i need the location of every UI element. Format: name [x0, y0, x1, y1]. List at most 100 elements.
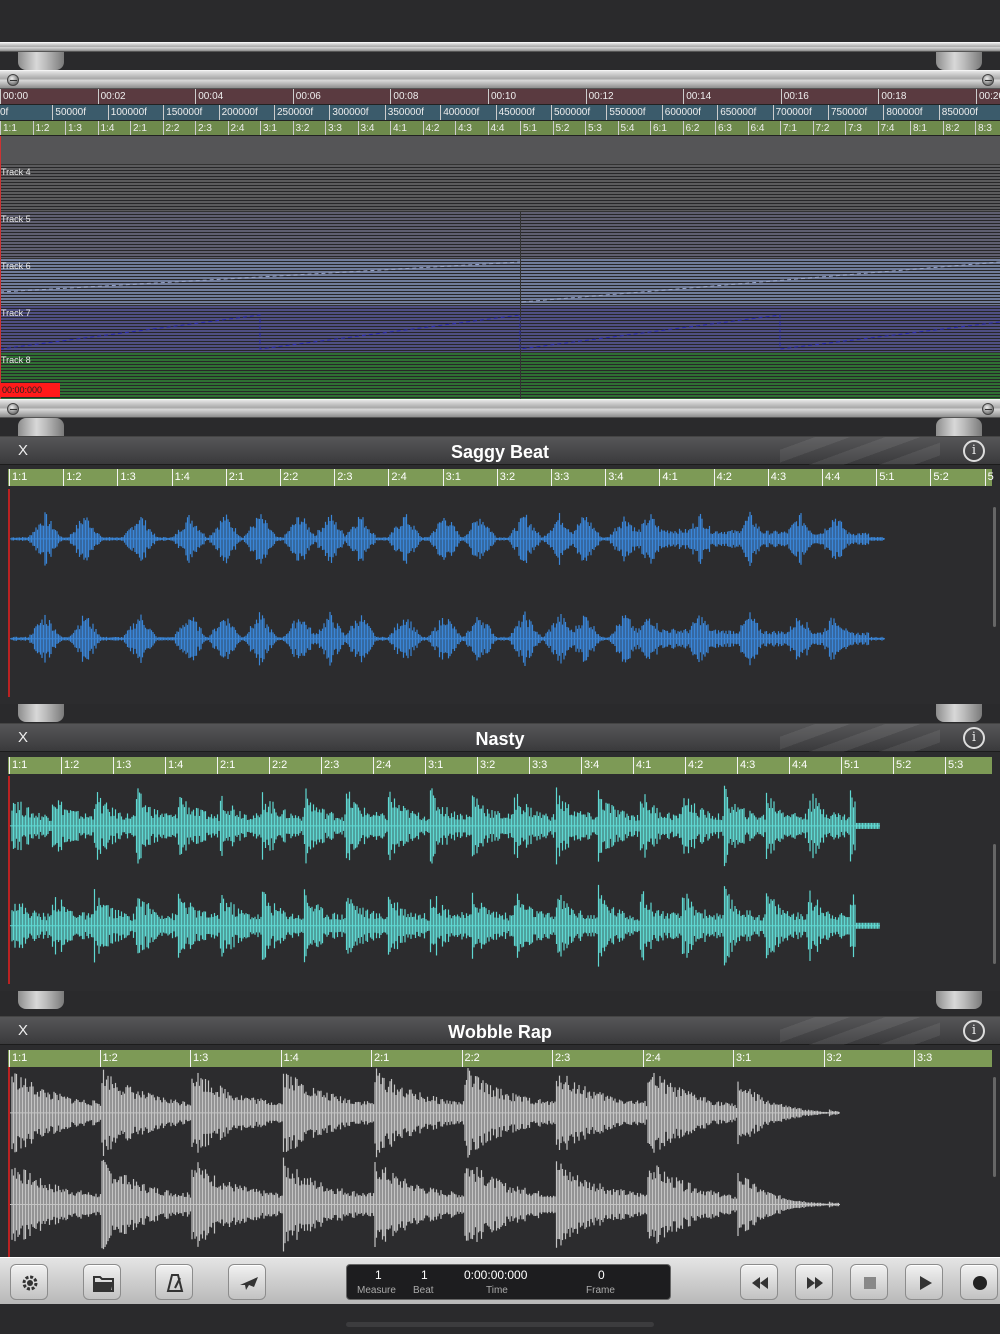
ruler-tick: 5:3 — [585, 121, 602, 135]
info-icon[interactable]: i — [963, 440, 985, 462]
info-icon[interactable]: i — [963, 727, 985, 749]
beat-tick: 5:2 — [930, 469, 949, 486]
beat-label: Beat — [413, 1285, 434, 1296]
waveform[interactable] — [8, 776, 992, 984]
vertical-scrollbar[interactable] — [993, 1077, 996, 1177]
panel-header: X Wobble Rap i — [0, 1017, 1000, 1045]
info-icon[interactable]: i — [963, 1020, 985, 1042]
track-label: Track 4 — [1, 167, 31, 177]
beat-tick: 3:2 — [496, 469, 515, 486]
beat-tick: 2:3 — [334, 469, 352, 486]
ruler-tick: 4:2 — [422, 121, 439, 135]
time-ruler[interactable]: 00:00 00:02 00:04 00:06 00:08 00:10 00:12 00:14… — [0, 89, 1000, 105]
settings-button[interactable] — [10, 1264, 48, 1300]
clip-panel-saggy-beat: X Saggy Beat i 1:1 1:2 1:3 1:4 2:1 2:2 2:3 2:4 3… — [0, 436, 1000, 704]
ruler-tick: 1:4 — [97, 121, 114, 135]
rack-bracket — [18, 52, 64, 70]
beat-tick: 5:2 — [893, 757, 911, 774]
beat-tick: 3:1 — [442, 469, 461, 486]
record-button[interactable] — [960, 1264, 998, 1300]
clip-panel-nasty: X Nasty i 1:1 1:2 1:3 1:4 2:1 2:2 2:3 2:4 3:1 3:2… — [0, 723, 1000, 991]
beat-ruler[interactable]: 1:1 1:2 1:3 1:4 2:1 2:2 2:3 2:4 3:1 3:2 3:3 3:4 4:1 4… — [8, 757, 992, 774]
beat-tick: 5:1 — [841, 757, 859, 774]
screw-icon — [982, 403, 994, 415]
beat-tick: 4:3 — [767, 469, 786, 486]
beat-tick: 1:1 — [9, 469, 27, 486]
ruler-tick: 00:20 — [976, 89, 1000, 104]
frame-ruler[interactable]: 0f 50000f 100000f 150000f 200000f 250000f 3000… — [0, 105, 1000, 121]
beat-tick: 3:1 — [733, 1050, 751, 1067]
ruler-tick: 150000f — [163, 105, 202, 120]
ruler-tick: 00:18 — [878, 89, 906, 104]
beat-tick: 1:1 — [9, 757, 27, 774]
beat-tick: 3:3 — [529, 757, 547, 774]
beat-tick: 4:2 — [713, 469, 732, 486]
ruler-tick: 300000f — [329, 105, 369, 120]
playhead[interactable] — [0, 136, 1, 399]
time-value: 0:00:00:000 — [464, 1268, 528, 1282]
screw-icon — [982, 74, 994, 86]
ruler-tick: 2:1 — [130, 121, 147, 135]
beat-tick: 3:4 — [605, 469, 623, 486]
beat-tick: 2:2 — [280, 469, 298, 486]
beat-ruler[interactable]: 1:1 1:2 1:3 1:4 2:1 2:2 2:3 2:4 3:1 3:2 3:3 3:4 4:1 4… — [8, 469, 994, 486]
frame-label: Frame — [586, 1285, 615, 1296]
ruler-tick: 850000f — [938, 105, 978, 120]
ruler-tick: 3:3 — [325, 121, 342, 135]
ruler-tick: 7:3 — [845, 121, 862, 135]
ruler-tick: 2:2 — [162, 121, 179, 135]
ruler-tick: 0f — [0, 105, 8, 120]
ruler-tick: 8:1 — [910, 121, 927, 135]
beat-tick: 4:1 — [659, 469, 678, 486]
rack-bracket — [18, 418, 64, 436]
beat-tick: 4:4 — [789, 757, 807, 774]
play-button[interactable] — [905, 1264, 943, 1300]
beat-tick: 2:3 — [552, 1050, 570, 1067]
ruler-tick: 3:1 — [260, 121, 277, 135]
share-button[interactable] — [228, 1264, 266, 1300]
record-icon — [973, 1276, 987, 1290]
beat-tick: 1:3 — [190, 1050, 208, 1067]
panel-header: X Nasty i — [0, 724, 1000, 752]
ruler-tick: 50000f — [52, 105, 86, 120]
home-indicator[interactable] — [346, 1322, 654, 1327]
beat-tick: 1:2 — [99, 1050, 118, 1067]
track-lane[interactable]: Track 4 — [0, 165, 1000, 212]
beat-tick: 3:4 — [581, 757, 599, 774]
fast-forward-button[interactable] — [795, 1264, 833, 1300]
ruler-tick: 5:1 — [520, 121, 537, 135]
ruler-tick: 8:2 — [942, 121, 959, 135]
ruler-tick: 00:08 — [390, 89, 418, 104]
ruler-tick: 00:14 — [683, 89, 711, 104]
open-file-button[interactable] — [83, 1264, 121, 1300]
frame-value: 0 — [598, 1268, 605, 1282]
ruler-tick: 750000f — [828, 105, 867, 120]
screw-icon — [7, 74, 19, 86]
app-root: 00:00 00:02 00:04 00:06 00:08 00:10 00:12 00:14… — [0, 0, 1000, 1334]
vertical-scrollbar[interactable] — [993, 507, 996, 627]
metronome-button[interactable] — [155, 1264, 193, 1300]
rack-bracket — [936, 52, 982, 70]
beat-ruler[interactable]: 1:1 1:2 1:3 1:4 2:1 2:2 2:3 2:4 3:1 3:2 3:3 3:4 4:1 4… — [0, 121, 1000, 136]
rewind-button[interactable] — [740, 1264, 778, 1300]
ruler-tick: 7:4 — [877, 121, 894, 135]
screw-icon — [7, 403, 19, 415]
beat-tick: 2:3 — [321, 757, 339, 774]
vertical-scrollbar[interactable] — [993, 844, 996, 964]
ruler-tick: 350000f — [384, 105, 424, 120]
waveform[interactable] — [8, 1067, 992, 1258]
panel-title: Nasty — [475, 729, 525, 749]
ruler-tick: 2:3 — [195, 121, 212, 135]
waveform[interactable] — [8, 489, 992, 697]
rack-bracket — [18, 991, 64, 1009]
ruler-tick: 6:4 — [747, 121, 764, 135]
beat-tick: 2:1 — [371, 1050, 389, 1067]
beat-ruler[interactable]: 1:1 1:2 1:3 1:4 2:1 2:2 2:3 2:4 3:1 3:2 3:3 — [8, 1050, 992, 1067]
airplane-icon — [240, 1277, 258, 1290]
track-lane[interactable] — [0, 136, 1000, 165]
ruler-tick: 00:16 — [780, 89, 809, 104]
beat-tick: 4:2 — [685, 757, 703, 774]
stop-button[interactable] — [850, 1264, 888, 1300]
fast-forward-icon — [807, 1277, 823, 1289]
metronome-icon — [166, 1274, 184, 1292]
